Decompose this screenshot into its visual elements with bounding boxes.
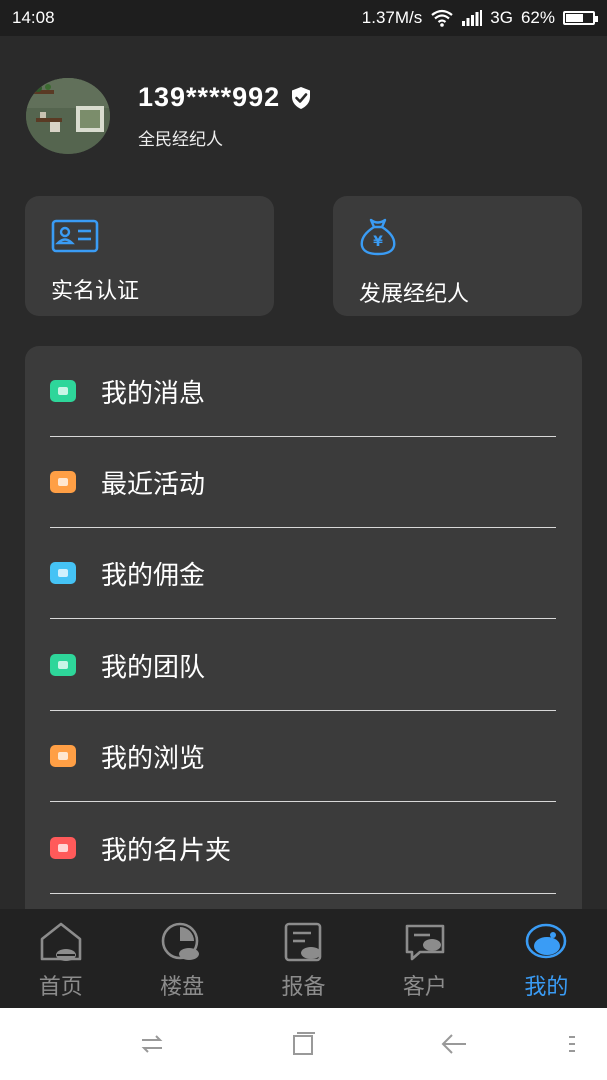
calendar-icon bbox=[50, 471, 76, 493]
home-icon bbox=[40, 922, 82, 961]
eye-icon bbox=[50, 745, 76, 767]
menu-item-commission[interactable]: 我的佣金 bbox=[50, 528, 556, 619]
menu-list: 我的消息 最近活动 我的佣金 我的团队 我的浏览 我的名片夹 bbox=[25, 346, 582, 926]
menu-item-browsing[interactable]: 我的浏览 bbox=[50, 711, 556, 802]
switch-apps-icon[interactable] bbox=[138, 1030, 166, 1058]
tab-mine[interactable]: 我的 bbox=[486, 909, 607, 1008]
avatar-image bbox=[26, 78, 110, 154]
tab-label: 报备 bbox=[281, 975, 326, 1000]
back-icon[interactable] bbox=[440, 1030, 468, 1058]
menu-item-label: 我的团队 bbox=[101, 652, 206, 683]
username-row: 139****992 bbox=[138, 82, 312, 113]
network-speed: 1.37M/s bbox=[361, 8, 423, 27]
recents-icon[interactable] bbox=[290, 1030, 318, 1058]
menu-item-label: 我的消息 bbox=[101, 378, 206, 409]
menu-item-label: 最近活动 bbox=[101, 469, 206, 500]
person-icon bbox=[50, 562, 76, 584]
menu-item-label: 我的名片夹 bbox=[101, 835, 232, 866]
status-indicators: 1.37M/s 3G 62% bbox=[361, 8, 598, 28]
gift-icon bbox=[50, 837, 76, 859]
battery-percent: 62% bbox=[520, 8, 555, 27]
bottom-tab-bar: 首页 楼盘 报备 客户 我的 bbox=[0, 909, 607, 1008]
tab-home[interactable]: 首页 bbox=[0, 909, 121, 1008]
svg-text:¥: ¥ bbox=[373, 234, 383, 250]
tab-customers[interactable]: 客户 bbox=[364, 909, 485, 1008]
wifi-icon bbox=[431, 9, 453, 27]
profile-text: 139****992 全民经纪人 bbox=[138, 82, 312, 150]
user-role: 全民经纪人 bbox=[138, 130, 223, 150]
shield-check-icon bbox=[292, 86, 311, 109]
report-icon bbox=[284, 922, 321, 962]
tab-label: 首页 bbox=[38, 975, 83, 1000]
tab-report[interactable]: 报备 bbox=[243, 909, 364, 1008]
menu-item-label: 我的佣金 bbox=[101, 560, 206, 591]
signal-icon bbox=[462, 10, 483, 26]
username: 139****992 bbox=[138, 82, 281, 112]
menu-item-messages[interactable]: 我的消息 bbox=[50, 346, 556, 437]
real-name-verify-label: 实名认证 bbox=[51, 279, 140, 304]
menu-item-team[interactable]: 我的团队 bbox=[50, 620, 556, 711]
avatar[interactable] bbox=[26, 78, 110, 154]
menu-item-card-holder[interactable]: 我的名片夹 bbox=[50, 803, 556, 894]
develop-agent-label: 发展经纪人 bbox=[359, 282, 470, 307]
tab-label: 客户 bbox=[402, 975, 447, 1000]
money-bag-icon: ¥ bbox=[360, 218, 396, 256]
menu-item-label: 我的浏览 bbox=[101, 743, 206, 774]
tab-label: 楼盘 bbox=[160, 975, 205, 1000]
customer-icon bbox=[405, 924, 445, 961]
status-bar: 14:08 1.37M/s 3G 62% bbox=[0, 0, 607, 36]
mine-icon bbox=[526, 923, 567, 959]
develop-agent-card[interactable]: ¥ 发展经纪人 bbox=[333, 196, 582, 316]
menu-item-recent-activities[interactable]: 最近活动 bbox=[50, 437, 556, 528]
network-type: 3G bbox=[490, 8, 513, 27]
profile-header[interactable]: 139****992 全民经纪人 bbox=[26, 76, 586, 156]
status-time: 14:08 bbox=[12, 8, 55, 27]
message-icon bbox=[50, 380, 76, 402]
team-icon bbox=[50, 654, 76, 676]
more-icon[interactable] bbox=[565, 1030, 579, 1058]
pie-icon bbox=[161, 922, 200, 960]
real-name-verify-card[interactable]: 实名认证 bbox=[25, 196, 274, 316]
tab-label: 我的 bbox=[524, 975, 569, 1000]
battery-icon bbox=[563, 11, 598, 25]
system-nav-bar bbox=[0, 1008, 607, 1080]
tab-properties[interactable]: 楼盘 bbox=[121, 909, 242, 1008]
battery-fill bbox=[566, 14, 584, 22]
id-card-icon bbox=[51, 219, 99, 253]
